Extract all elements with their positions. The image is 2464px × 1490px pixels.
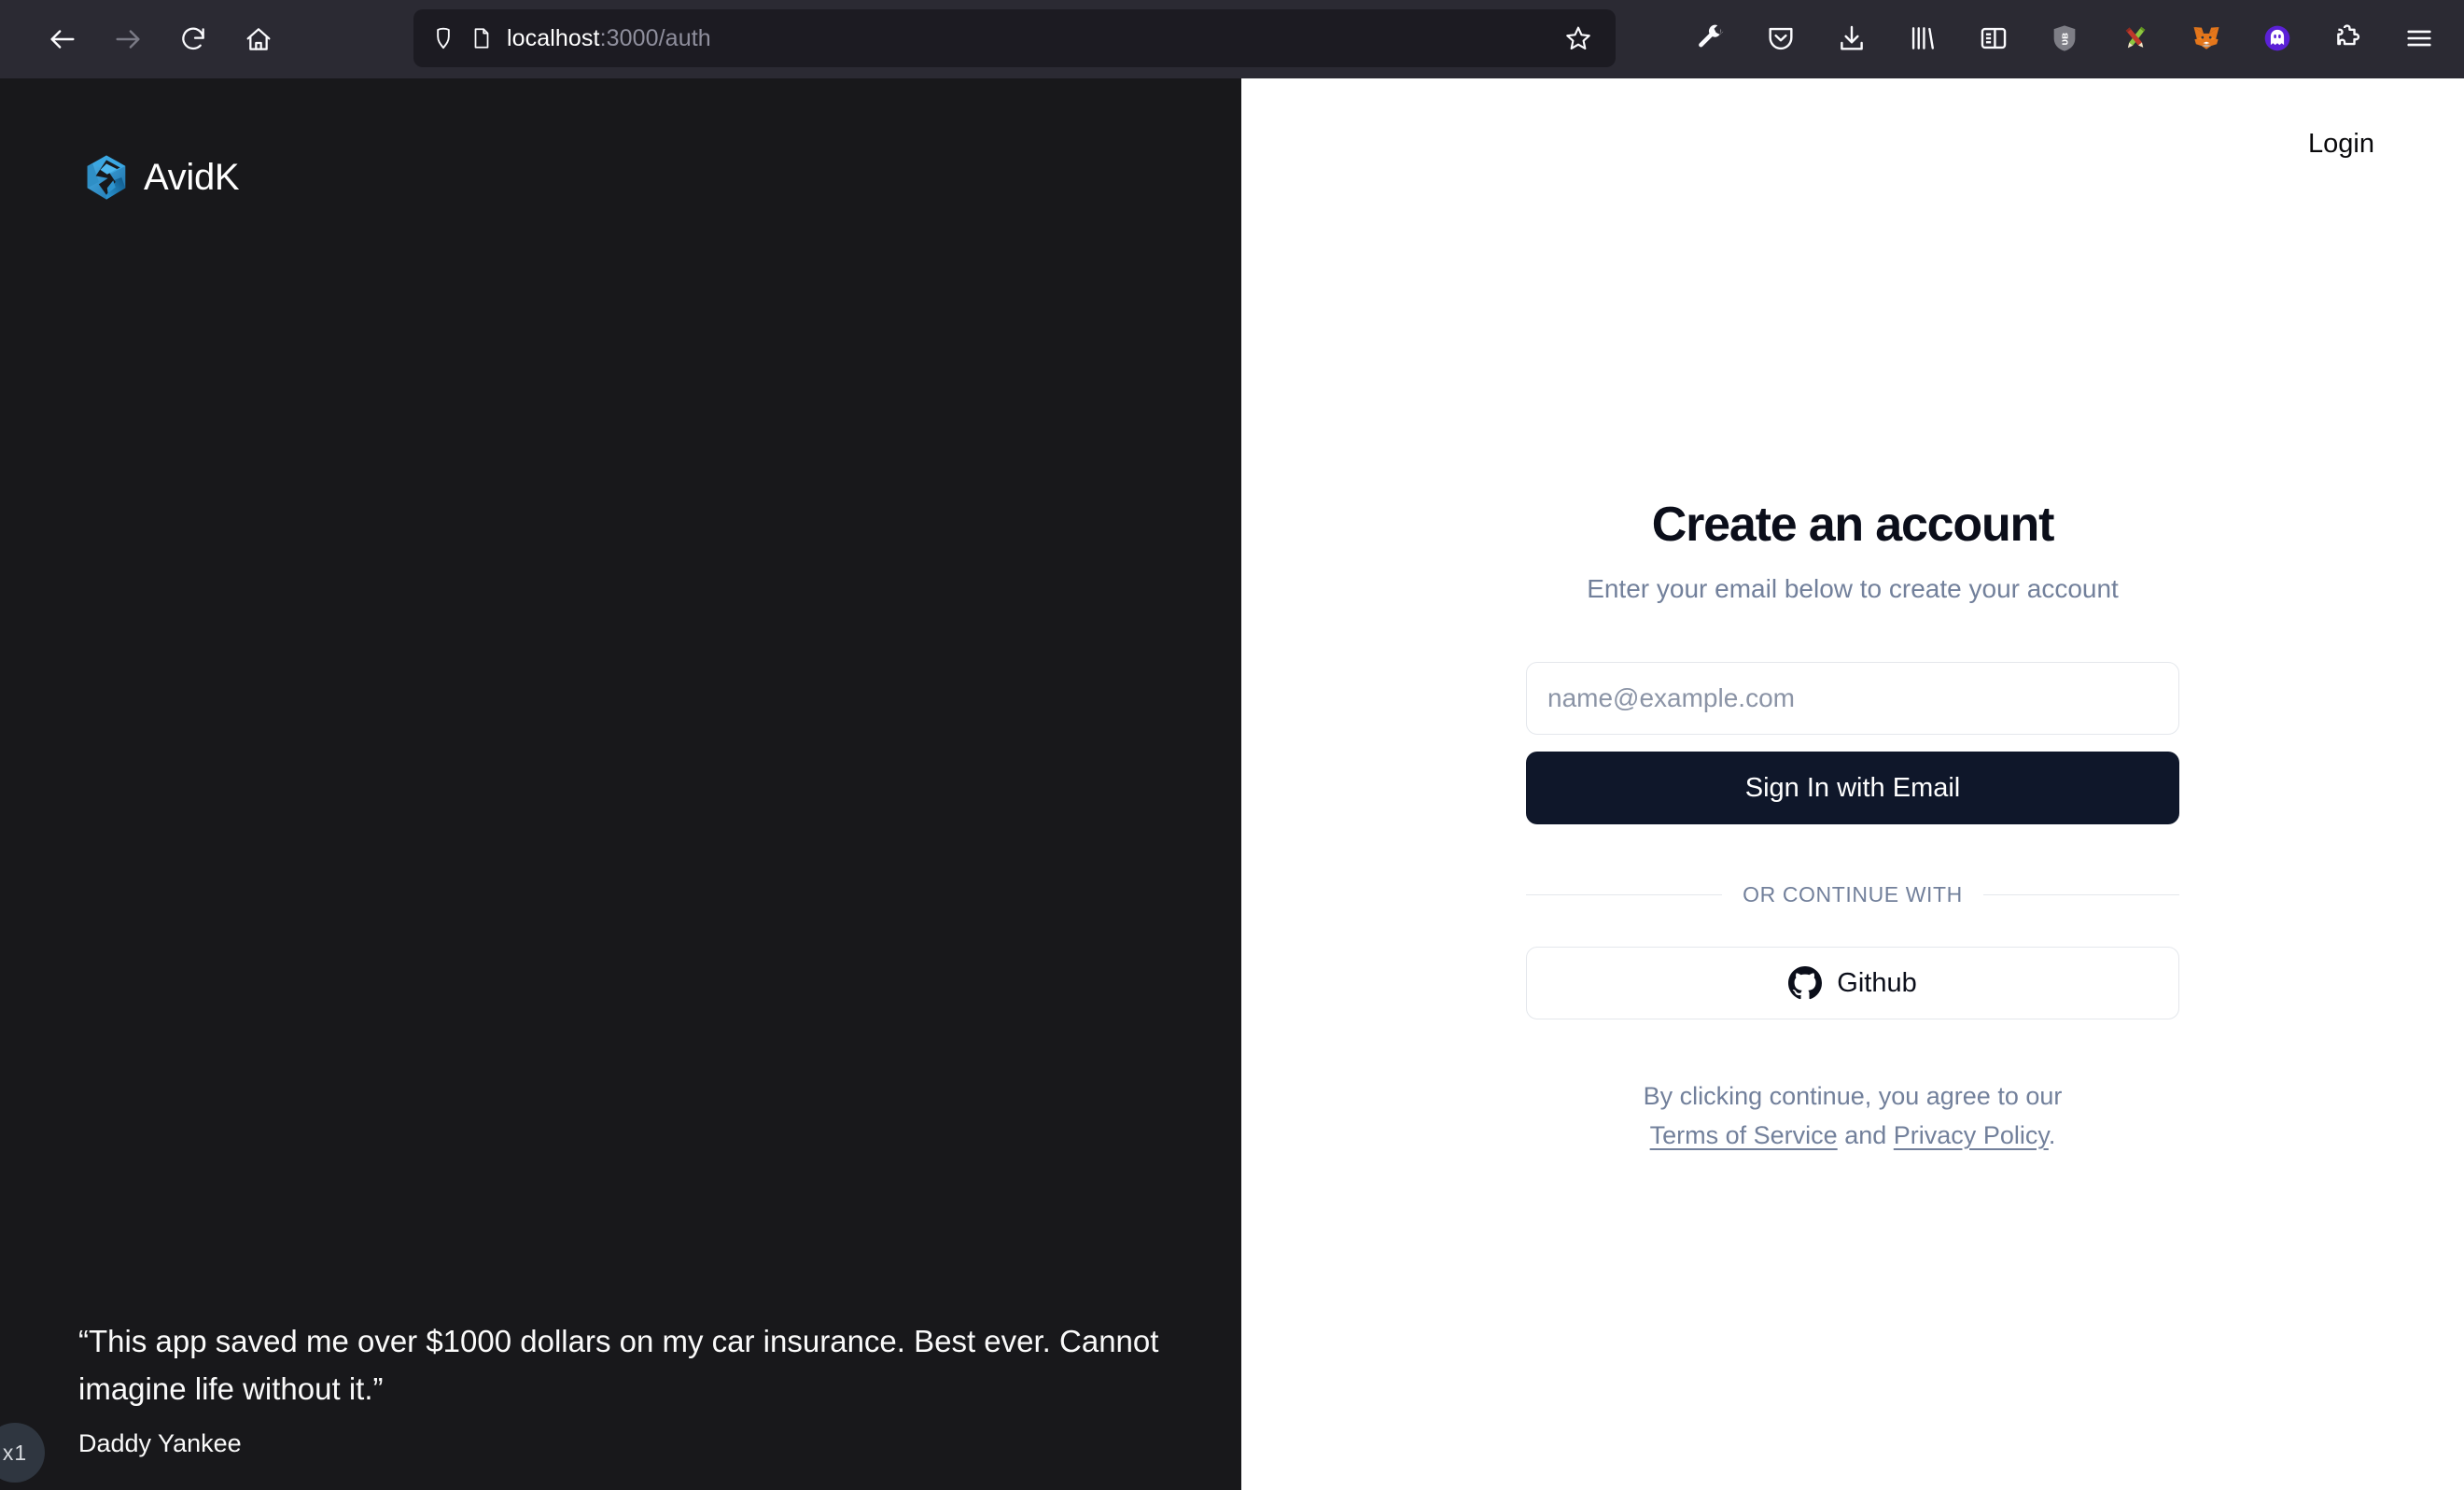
divider: OR CONTINUE WITH [1526, 882, 2179, 908]
login-button[interactable]: Login [2291, 119, 2391, 169]
extensions-button[interactable] [2320, 10, 2376, 66]
forward-arrow-icon [116, 30, 140, 49]
shield-icon[interactable] [430, 25, 456, 51]
github-login-label: Github [1837, 967, 1917, 998]
testimonial-author: Daddy Yankee [78, 1429, 242, 1457]
app-menu-button[interactable] [2391, 10, 2447, 66]
ublock-origin-icon: ᴜв [2053, 25, 2076, 51]
sidebar-icon [1981, 27, 2007, 49]
ghost-extension-button[interactable] [2249, 10, 2305, 66]
pencils-extension-icon [2125, 26, 2146, 49]
pencils-extension-button[interactable] [2107, 10, 2163, 66]
avidk-logo-icon [87, 155, 126, 200]
url-path: :3000/auth [599, 24, 711, 51]
bookmark-button[interactable] [1558, 18, 1599, 59]
pocket-icon [1769, 27, 1793, 50]
metamask-icon [2193, 27, 2219, 49]
pocket-button[interactable] [1753, 10, 1809, 66]
address-bar[interactable]: localhost:3000/auth [413, 9, 1616, 67]
url-host: localhost [507, 24, 600, 51]
legal-text: By clicking continue, you agree to our T… [1526, 1077, 2179, 1156]
zoom-level-badge[interactable]: x1 [0, 1423, 45, 1483]
promo-panel: AvidK “This app saved me over $1000 doll… [0, 78, 1241, 1490]
auth-card: Create an account Enter your email below… [1526, 498, 2179, 1156]
forward-button[interactable] [99, 10, 157, 68]
brand-name: AvidK [144, 156, 240, 198]
svg-text:ᴜв: ᴜв [2060, 33, 2071, 46]
browser-toolbar: localhost:3000/auth ᴜв [0, 0, 2464, 78]
page-content: AvidK “This app saved me over $1000 doll… [0, 78, 2464, 1490]
reload-icon [182, 27, 204, 50]
wrench-icon [1699, 24, 1724, 48]
testimonial-quote: “This app saved me over $1000 dollars on… [78, 1323, 1159, 1406]
wrench-button[interactable] [1682, 10, 1738, 66]
brand-logo: AvidK [82, 153, 240, 202]
legal-prefix: By clicking continue, you agree to our [1643, 1082, 2063, 1111]
url-text: localhost:3000/auth [507, 25, 711, 52]
ghost-extension-icon [2264, 25, 2290, 51]
email-input[interactable] [1526, 662, 2179, 736]
back-button[interactable] [34, 10, 91, 68]
downloads-button[interactable] [1824, 10, 1880, 66]
ublock-origin-button[interactable]: ᴜв [2037, 10, 2093, 66]
auth-panel: Login Create an account Enter your email… [1241, 78, 2464, 1490]
back-arrow-icon [50, 30, 75, 49]
sign-in-with-email-button[interactable]: Sign In with Email [1526, 752, 2179, 825]
testimonial: “This app saved me over $1000 dollars on… [78, 1317, 1161, 1458]
navigation-buttons [34, 10, 287, 68]
privacy-policy-link[interactable]: Privacy Policy [1894, 1121, 2049, 1149]
star-icon [1566, 26, 1590, 50]
sidebar-button[interactable] [1966, 10, 2022, 66]
github-login-button[interactable]: Github [1526, 947, 2179, 1020]
divider-label: OR CONTINUE WITH [1722, 882, 1983, 908]
browser-extension-toolbar: ᴜв [1682, 10, 2447, 66]
app-menu-icon [2407, 30, 2431, 47]
downloads-icon [1841, 25, 1863, 50]
home-button[interactable] [230, 10, 287, 68]
extensions-puzzle-icon [2337, 24, 2360, 46]
reload-button[interactable] [164, 10, 222, 68]
legal-period: . [2048, 1121, 2056, 1150]
metamask-button[interactable] [2178, 10, 2234, 66]
page-subtitle: Enter your email below to create your ac… [1587, 574, 2119, 604]
page-icon [474, 28, 489, 49]
library-icon [1911, 27, 1934, 49]
terms-of-service-link[interactable]: Terms of Service [1650, 1121, 1838, 1149]
library-button[interactable] [1895, 10, 1951, 66]
legal-and: and [1844, 1121, 1887, 1150]
github-icon [1788, 966, 1823, 1000]
home-icon [246, 28, 271, 50]
page-title: Create an account [1651, 498, 2055, 552]
